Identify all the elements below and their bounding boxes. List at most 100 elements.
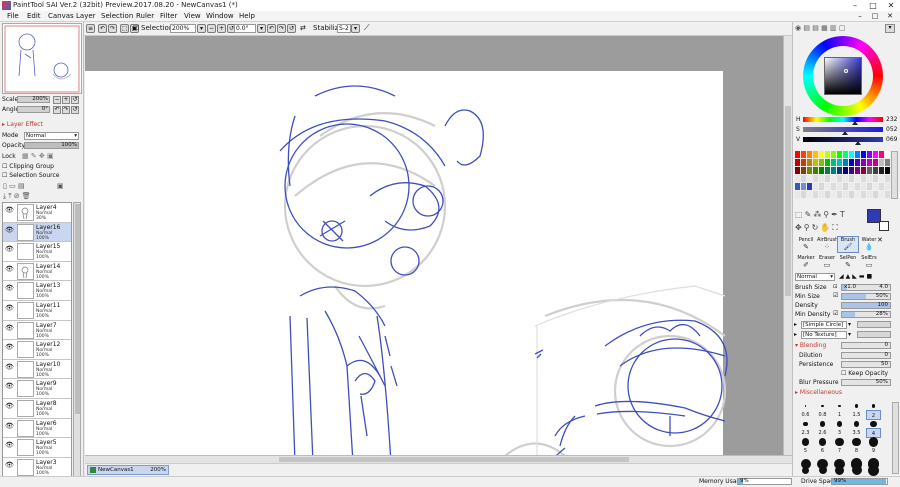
color-swatch[interactable] xyxy=(807,159,812,166)
color-swatch[interactable] xyxy=(825,151,830,158)
layer-row[interactable]: 👁 Layer4 Normal 30% xyxy=(3,203,71,223)
redo-button[interactable]: ↷ xyxy=(108,24,117,33)
close-button[interactable]: ✕ xyxy=(882,0,900,11)
angle-field[interactable]: 0.0° xyxy=(234,24,256,33)
brush-shape-strength-slider[interactable] xyxy=(857,321,891,328)
move-tool-icon[interactable]: ✥ xyxy=(795,223,804,232)
brush-size-preset[interactable]: 9 xyxy=(866,446,881,456)
color-swatch[interactable] xyxy=(855,159,860,166)
layer-row[interactable]: 👁 Layer7 Normal 100% xyxy=(3,320,71,341)
color-swatch[interactable] xyxy=(879,175,884,182)
eye-icon[interactable]: 👁 xyxy=(5,382,15,391)
color-swatch[interactable] xyxy=(795,151,800,158)
color-swatch[interactable] xyxy=(807,151,812,158)
color-swatch[interactable] xyxy=(813,159,818,166)
brush-size-preset[interactable]: 7 xyxy=(832,446,847,456)
canvas-artwork[interactable] xyxy=(85,36,792,463)
color-swatch[interactable] xyxy=(807,191,812,198)
color-swatch[interactable] xyxy=(795,167,800,174)
color-swatch[interactable] xyxy=(855,151,860,158)
layer-row[interactable]: 👁 Layer13 Normal 100% xyxy=(3,281,71,301)
layer-row[interactable]: 👁 Layer16 Normal 100% xyxy=(3,222,71,243)
mask-icon[interactable]: ▣ xyxy=(57,182,64,190)
lasso-icon[interactable]: ✎ xyxy=(805,210,814,219)
color-swatch[interactable] xyxy=(885,151,890,158)
color-swatch[interactable] xyxy=(837,183,842,190)
layer-row[interactable]: 👁 Layer14 Normal 100% xyxy=(3,261,71,282)
color-swatch[interactable] xyxy=(861,151,866,158)
angle-dropdown-button[interactable]: ▾ xyxy=(257,24,266,33)
menu-selection[interactable]: Selection xyxy=(101,12,133,20)
color-swatch[interactable] xyxy=(837,175,842,182)
magic-wand-icon[interactable]: ⁂ xyxy=(813,210,823,219)
brush-size-step-icon[interactable]: ⊡ xyxy=(833,284,838,290)
miscellaneous-header[interactable]: ▸ Miscellaneous xyxy=(795,389,842,396)
menu-window[interactable]: Window xyxy=(206,12,234,20)
color-swatch[interactable] xyxy=(867,183,872,190)
secondary-color-swatch[interactable] xyxy=(879,221,889,231)
trash-icon[interactable]: 🗑 xyxy=(22,192,31,200)
brush-size-preset-dot[interactable] xyxy=(851,465,862,475)
rotate-left-button[interactable]: ↶ xyxy=(53,106,61,114)
canvas-vertical-scrollbar[interactable] xyxy=(783,36,792,455)
brush-size-preset[interactable]: 0.6 xyxy=(798,410,813,420)
color-swatch[interactable] xyxy=(849,151,854,158)
eye-icon[interactable]: 👁 xyxy=(5,206,15,215)
brush-mode-select[interactable]: Normal ▾ xyxy=(795,273,835,281)
color-swatch[interactable] xyxy=(849,167,854,174)
tool-eraser[interactable]: Eraser ▭ xyxy=(816,254,838,271)
tool-selers[interactable]: SelErs ▭ xyxy=(858,254,880,271)
canvas-horizontal-scrollbar[interactable] xyxy=(85,455,792,463)
color-swatch[interactable] xyxy=(843,191,848,198)
color-wheel-tab-icon[interactable]: ◉ xyxy=(795,24,801,32)
eye-icon[interactable]: 👁 xyxy=(5,461,15,470)
color-swatch[interactable] xyxy=(807,175,812,182)
undo-button[interactable]: ↶ xyxy=(98,24,107,33)
layer-list-scrollbar[interactable] xyxy=(73,202,81,480)
layer-row[interactable]: 👁 Layer6 Normal 100% xyxy=(3,418,71,439)
tool-close-icon[interactable]: ✕ xyxy=(877,236,883,244)
color-swatch[interactable] xyxy=(867,175,872,182)
saturation-slider[interactable] xyxy=(803,127,883,135)
shape-block-icon[interactable]: ■ xyxy=(867,273,875,280)
color-swatch[interactable] xyxy=(873,159,878,166)
layer-row[interactable]: 👁 Layer15 Normal 100% xyxy=(3,242,71,262)
color-swatch[interactable] xyxy=(861,183,866,190)
scale-slider[interactable]: 200% xyxy=(17,96,50,103)
value-slider[interactable] xyxy=(803,137,883,145)
brush-texture-strength-slider[interactable] xyxy=(857,331,891,338)
move-down-icon[interactable]: ⤓ xyxy=(3,192,6,200)
color-swatch[interactable] xyxy=(825,159,830,166)
hue-ring[interactable] xyxy=(803,36,883,116)
color-swatch[interactable] xyxy=(855,191,860,198)
flip-horizontal-icon[interactable]: ⇄ xyxy=(300,24,306,32)
color-swatch[interactable] xyxy=(819,151,824,158)
persistence-slider[interactable]: 50 xyxy=(841,361,891,368)
color-swatch[interactable] xyxy=(855,175,860,182)
color-swatch[interactable] xyxy=(873,191,878,198)
eye-icon[interactable]: 👁 xyxy=(5,422,15,431)
shape-expand-icon[interactable]: ▸ xyxy=(794,321,797,328)
opacity-slider[interactable]: 100% xyxy=(24,142,79,149)
color-swatch[interactable] xyxy=(831,151,836,158)
menu-canvas[interactable]: Canvas xyxy=(48,12,74,20)
zoom-reset-button[interactable]: ↺ xyxy=(71,96,79,104)
zoom-tool-icon[interactable]: ⚲ xyxy=(804,223,812,232)
brush-size-preset[interactable]: 2.6 xyxy=(815,428,830,438)
layer-row[interactable]: 👁 Layer12 Normal 100% xyxy=(3,340,71,360)
toolbar-zoom-in-button[interactable]: + xyxy=(217,24,226,33)
layer-row[interactable]: 👁 Layer5 Normal 100% xyxy=(3,438,71,458)
tool-marker[interactable]: Marker ✐ xyxy=(795,254,817,271)
maximize-button[interactable]: □ xyxy=(864,0,882,11)
minimize-button[interactable]: – xyxy=(846,0,864,11)
brush-texture-chevron-icon[interactable]: ▾ xyxy=(848,331,851,338)
eye-icon[interactable]: 👁 xyxy=(5,441,15,450)
blur-pressure-slider[interactable]: 50% xyxy=(841,379,891,386)
zoom-field[interactable]: 200% xyxy=(170,24,196,33)
saturation-slider-knob[interactable] xyxy=(841,131,848,135)
menu-layer[interactable]: Layer xyxy=(76,12,96,20)
color-swatch[interactable] xyxy=(819,167,824,174)
menu-help[interactable]: Help xyxy=(239,12,255,20)
eye-icon[interactable]: 👁 xyxy=(5,245,15,254)
color-swatch[interactable] xyxy=(879,191,884,198)
